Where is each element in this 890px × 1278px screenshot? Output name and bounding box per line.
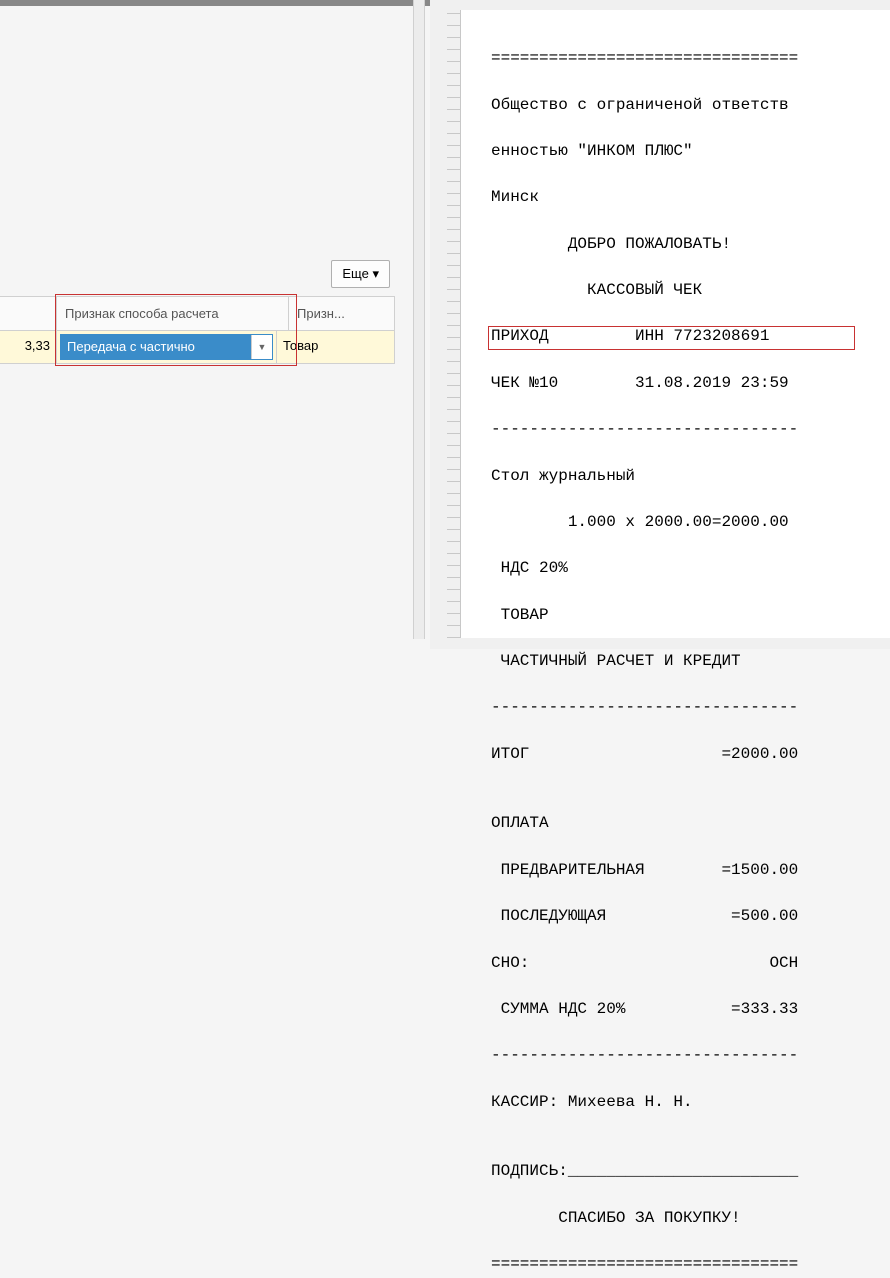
receipt-goods: ТОВАР xyxy=(491,604,870,627)
table-header-row: Признак способа расчета Призн... xyxy=(0,297,395,331)
receipt-vat-sum: СУММА НДС 20% =333.33 xyxy=(491,998,870,1021)
receipt-check-date: ЧЕК №10 31.08.2019 23:59 xyxy=(491,372,870,395)
more-button[interactable]: Еще ▾ xyxy=(331,260,390,288)
receipt-cashier: КАССИР: Михеева Н. Н. xyxy=(491,1091,870,1114)
more-button-label: Еще xyxy=(342,266,368,281)
receipt-signature: ПОДПИСЬ:________________________ xyxy=(491,1160,870,1183)
receipt-prepayment: ПРЕДВАРИТЕЛЬНАЯ =1500.00 xyxy=(491,859,870,882)
table-row[interactable]: 3,33 Передача с частично ▼ Товар xyxy=(0,331,395,364)
receipt-org-line1: Общество с ограниченой ответств xyxy=(491,94,870,117)
table-header-subject[interactable]: Призн... xyxy=(289,297,395,331)
receipt-welcome: ДОБРО ПОЖАЛОВАТЬ! xyxy=(491,233,870,256)
settlement-table: Признак способа расчета Призн... 3,33 Пе… xyxy=(0,296,395,364)
receipt-item-name: Стол журнальный xyxy=(491,465,870,488)
receipt-vat-rate: НДС 20% xyxy=(491,557,870,580)
receipt-dash: -------------------------------- xyxy=(491,1044,870,1067)
receipt-total: ИТОГ =2000.00 xyxy=(491,743,870,766)
receipt-thanks: СПАСИБО ЗА ПОКУПКУ! xyxy=(491,1207,870,1230)
cell-method[interactable]: Передача с частично ▼ xyxy=(57,331,277,364)
table-header-amount[interactable] xyxy=(0,297,57,331)
receipt-page: ================================ Обществ… xyxy=(460,10,890,638)
settlement-method-dropdown[interactable]: Передача с частично ▼ xyxy=(60,334,273,360)
cell-amount[interactable]: 3,33 xyxy=(0,331,57,364)
receipt-title: КАССОВЫЙ ЧЕК xyxy=(491,279,870,302)
receipt-content: ================================ Обществ… xyxy=(491,24,870,1278)
chevron-down-icon[interactable]: ▼ xyxy=(251,335,272,359)
cell-subject[interactable]: Товар xyxy=(277,331,395,364)
table-header-method[interactable]: Признак способа расчета xyxy=(57,297,289,331)
receipt-preview-panel: ================================ Обществ… xyxy=(430,0,890,649)
receipt-payment-header: ОПЛАТА xyxy=(491,812,870,835)
receipt-item-calc: 1.000 x 2000.00=2000.00 xyxy=(491,511,870,534)
dropdown-selected-value: Передача с частично xyxy=(61,335,251,359)
receipt-separator: ================================ xyxy=(491,47,870,70)
chevron-down-icon: ▾ xyxy=(372,266,379,281)
receipt-income-inn: ПРИХОД ИНН 7723208691 xyxy=(491,325,870,348)
receipt-city: Минск xyxy=(491,186,870,209)
receipt-sno: СНО: ОСН xyxy=(491,952,870,975)
receipt-separator: ================================ xyxy=(491,1253,870,1276)
panel-divider[interactable] xyxy=(413,0,425,639)
receipt-dash: -------------------------------- xyxy=(491,696,870,719)
receipt-partial-credit: ЧАСТИЧНЫЙ РАСЧЕТ И КРЕДИТ xyxy=(491,650,870,673)
receipt-org-line2: енностью "ИНКОМ ПЛЮС" xyxy=(491,140,870,163)
receipt-dash: -------------------------------- xyxy=(491,418,870,441)
receipt-postpayment: ПОСЛЕДУЮЩАЯ =500.00 xyxy=(491,905,870,928)
